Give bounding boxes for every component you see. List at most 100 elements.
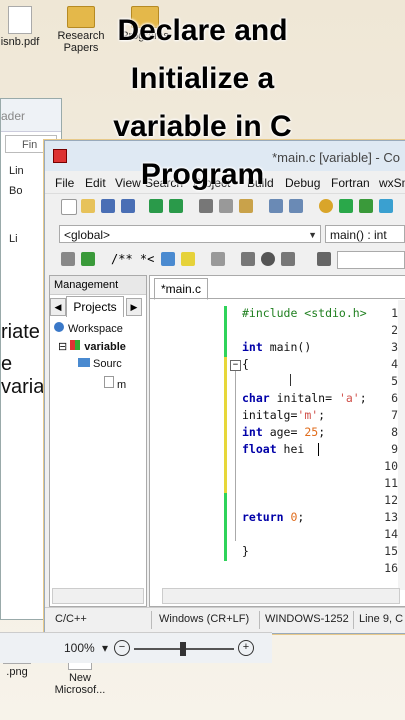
status-separator [353,611,354,629]
toggle-bookmark-icon[interactable] [261,252,275,266]
main-toolbar [45,193,405,220]
reader-item-3[interactable]: Li [9,233,18,245]
paste-icon[interactable] [239,199,253,213]
tree-file-main[interactable]: m [104,376,126,391]
code-completion-toolbar: <global> ▼ main() : int [45,221,405,247]
vertical-scrollbar[interactable] [398,300,405,590]
status-language: C/C++ [55,613,87,625]
chevron-down-icon: ▼ [308,230,317,240]
tree-workspace[interactable]: Workspace [54,322,123,335]
code-line[interactable]: int main() [242,340,311,354]
overlay-title-line-3: variable in C [113,110,292,143]
text-cursor [290,374,291,386]
open-icon[interactable] [81,199,95,213]
run-icon[interactable] [339,199,353,213]
status-eol: Windows (CR+LF) [159,613,250,625]
horizontal-scrollbar[interactable] [52,588,144,604]
line-number: 6 [391,391,398,405]
change-bar-saved [224,323,227,357]
function-select[interactable]: main() : int [325,225,405,243]
line-number: 3 [391,340,398,354]
dropdown-arrow-icon[interactable]: ▾ [102,641,108,655]
doc-icon[interactable] [161,252,175,266]
doxygen-comment-button[interactable]: /** *< [111,252,154,266]
find-icon[interactable] [269,199,283,213]
code-line[interactable]: #include <stdio.h> [242,306,367,320]
cut-icon[interactable] [199,199,213,213]
status-bar: C/C++ Windows (CR+LF) WINDOWS-1252 Line … [45,607,405,632]
tab-main-c[interactable]: *main.c [154,278,209,300]
status-encoding: WINDOWS-1252 [265,613,349,625]
code-line[interactable]: float hei [242,442,304,456]
line-number: 16 [384,561,398,575]
redo-icon[interactable] [169,199,183,213]
tree-project-variable[interactable]: ⊟ variable [58,340,126,353]
file-icon [104,376,114,388]
folder-icon [78,358,90,367]
project-icon [70,340,81,350]
zoom-slider-handle[interactable] [180,642,186,656]
new-file-icon[interactable] [61,199,77,215]
code-line[interactable]: } [242,544,249,558]
status-separator [259,611,260,629]
code-editor[interactable]: *main.c − 1 #include <stdio.h> 2 3 int main(… [149,275,405,607]
scope-select[interactable]: <global> ▼ [59,225,321,243]
line-number: 12 [384,493,398,507]
code-line[interactable]: initalg='m'; [242,408,325,422]
status-position: Line 9, C [359,613,404,625]
help-icon[interactable] [181,252,195,266]
tab-projects[interactable]: Projects [66,296,124,317]
code-line[interactable]: char initaln= 'a'; [242,391,367,405]
line-number: 9 [391,442,398,456]
management-tabs: ◀ Projects ▶ [50,296,146,318]
horizontal-scrollbar[interactable] [162,588,400,604]
prev-bookmark-icon[interactable] [241,252,255,266]
line-number: 15 [384,544,398,558]
zoom-out-icon[interactable]: − [114,640,130,656]
line-number: 11 [384,476,398,490]
jump-icon[interactable] [81,252,95,266]
search-input[interactable] [337,251,405,269]
next-bookmark-icon[interactable] [281,252,295,266]
secondary-toolbar: /** *< [45,247,405,273]
debug-icon[interactable] [61,252,75,266]
caret [318,443,319,456]
clear-icon[interactable] [317,252,331,266]
code-line[interactable]: int age= 25; [242,425,325,439]
codeblocks-window: *main.c [variable] - Co File Edit View S… [44,140,405,634]
replace-icon[interactable] [289,199,303,213]
save-icon[interactable] [101,199,115,213]
rebuild-icon[interactable] [379,199,393,213]
build-gear-icon[interactable] [319,199,333,213]
tab-scroll-left-icon[interactable]: ◀ [50,298,66,316]
reader-text-1: riate [1,321,40,343]
tree-sources-folder[interactable]: Sourc [78,358,122,370]
management-panel: Management ◀ Projects ▶ Workspace ⊟ vari… [49,275,147,607]
code-line[interactable]: return 0; [242,510,304,524]
line-number: 7 [391,408,398,422]
line-number: 8 [391,425,398,439]
build-run-icon[interactable] [359,199,373,213]
save-all-icon[interactable] [121,199,135,213]
tab-divider [150,298,405,299]
status-separator [151,611,152,629]
tab-scroll-right-icon[interactable]: ▶ [126,298,142,316]
change-bar-modified [224,357,227,493]
line-number: 1 [391,306,398,320]
wrench-icon[interactable] [211,252,225,266]
zoom-in-icon[interactable]: + [238,640,254,656]
change-bar-saved [224,493,227,561]
change-bar-saved [224,306,227,323]
copy-icon[interactable] [219,199,233,213]
code-line[interactable]: { [242,357,249,371]
overlay-title-line-4: Program [140,158,265,191]
line-number: 4 [391,357,398,371]
fold-minus-icon[interactable]: − [230,360,241,371]
management-title: Management [50,276,146,295]
line-number: 2 [391,323,398,337]
overlay-title-line-2: Initialize a [130,62,275,95]
undo-icon[interactable] [149,199,163,213]
fold-line [235,371,236,541]
workspace-icon [54,322,64,332]
zoom-level: 100% [64,641,95,655]
